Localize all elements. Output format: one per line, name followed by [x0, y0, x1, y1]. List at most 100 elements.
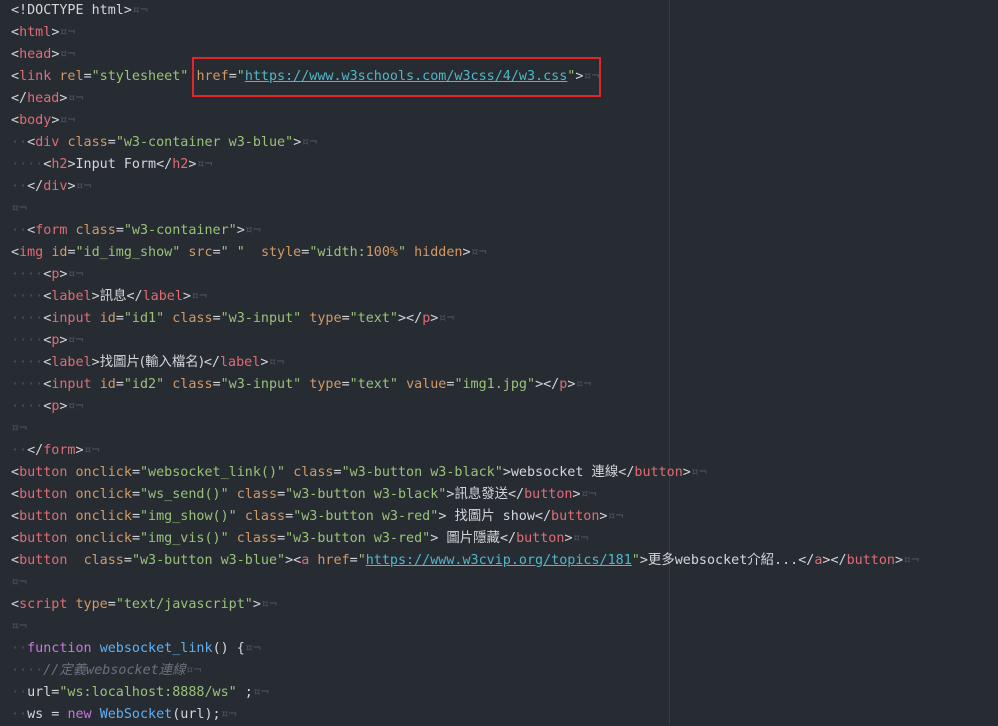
highlight-box-stylesheet-link [192, 57, 601, 97]
code-line[interactable]: <button onclick="ws_send()" class="w3-bu… [11, 484, 597, 506]
code-token: ···· [11, 267, 44, 282]
code-line[interactable]: ··function websocket_link() {¤¬ [11, 638, 261, 660]
code-token: 介紹 [747, 553, 775, 568]
code-token: = [285, 509, 294, 524]
code-token: ·· [11, 641, 28, 656]
code-line[interactable]: <img id="id_img_show" src=" " style="wid… [11, 242, 487, 264]
code-token: ¤¬ [244, 641, 261, 656]
code-line[interactable]: <button onclick="img_vis()" class="w3-bu… [11, 528, 589, 550]
code-line[interactable]: <button onclick="img_show()" class="w3-b… [11, 506, 624, 528]
code-token: "w3-button w3-black" [285, 487, 447, 502]
code-token: function [27, 641, 92, 656]
code-token: = [277, 487, 286, 502]
code-token: ¤¬ [580, 487, 597, 502]
code-token: style [260, 245, 302, 260]
code-line[interactable]: ····<label>找圖片(輸入檔名)</label>¤¬ [11, 352, 285, 374]
code-token: ¤¬ [690, 465, 707, 480]
code-token: form [43, 443, 76, 458]
code-line[interactable]: </head>¤¬ [11, 88, 84, 110]
code-token: ·· [11, 135, 28, 150]
code-line[interactable]: ¤¬ [11, 572, 27, 594]
code-line[interactable]: <head>¤¬ [11, 44, 76, 66]
code-token: "w3-button w3-blue" [131, 553, 286, 568]
code-line[interactable]: <button class="w3-button w3-blue"><a hre… [11, 550, 919, 572]
code-url-link[interactable]: https://www.w3cvip.org/topics/181 [366, 553, 632, 568]
code-line[interactable]: ····<p>¤¬ [11, 330, 84, 352]
code-token: (url); [172, 707, 221, 722]
code-token: ·· [11, 443, 28, 458]
code-line[interactable]: <html>¤¬ [11, 22, 76, 44]
code-token: ></ [535, 377, 560, 392]
code-token: >websocket [502, 465, 592, 480]
code-token: div [43, 179, 68, 194]
code-line[interactable]: ····<p>¤¬ [11, 396, 84, 418]
code-token: ···· [11, 157, 44, 172]
code-line[interactable]: ··<form class="w3-container">¤¬ [11, 220, 261, 242]
code-token: </ [508, 487, 525, 502]
code-token: "w3-input" [220, 311, 302, 326]
code-token: ¤¬ [268, 355, 285, 370]
code-token: ¤¬ [11, 619, 28, 634]
code-line[interactable]: ··</form>¤¬ [11, 440, 100, 462]
code-token: "ws_send()" [140, 487, 229, 502]
code-token: < [11, 487, 20, 502]
code-token: "w3-button w3-red" [293, 509, 439, 524]
code-line[interactable]: ··</div>¤¬ [11, 176, 92, 198]
code-line[interactable]: ¤¬ [11, 616, 27, 638]
code-token: type [309, 311, 342, 326]
code-line[interactable]: ··<div class="w3-container w3-blue">¤¬ [11, 132, 317, 154]
code-line[interactable]: ··ws = new WebSocket(url);¤¬ [11, 704, 237, 726]
code-line[interactable]: ····<p>¤¬ [11, 264, 84, 286]
code-line[interactable]: <script type="text/javascript">¤¬ [11, 594, 277, 616]
code-token: ¤¬ [260, 597, 278, 612]
code-token: button [19, 465, 68, 480]
code-line[interactable]: ····//定義websocket連線¤¬ [11, 660, 202, 682]
code-token: "img1.jpg" [454, 377, 536, 392]
code-token: < [11, 553, 20, 568]
code-line[interactable]: ····<input id="id1" class="w3-input" typ… [11, 308, 454, 330]
code-token: > [682, 465, 691, 480]
code-token: = [341, 377, 350, 392]
code-token: label [142, 289, 183, 304]
code-line[interactable]: ¤¬ [11, 198, 27, 220]
code-token: form [35, 223, 68, 238]
code-line[interactable]: ····<input id="id2" class="w3-input" typ… [11, 374, 592, 396]
code-token: "text" [349, 377, 398, 392]
code-line[interactable]: <!DOCTYPE html>¤¬ [11, 0, 148, 22]
code-editor[interactable]: <!DOCTYPE html>¤¬ <html>¤¬ <head>¤¬ <link r… [0, 0, 998, 725]
code-token: "img_vis()" [140, 531, 229, 546]
code-token: link [19, 69, 52, 84]
code-token: ; [236, 685, 253, 700]
code-line[interactable]: <button onclick="websocket_link()" class… [11, 462, 707, 484]
code-line[interactable]: <body>¤¬ [11, 110, 76, 132]
code-token: </ [499, 531, 517, 546]
code-token: label [51, 289, 92, 304]
code-token: = [212, 311, 221, 326]
code-token: ···· [11, 333, 44, 348]
code-line[interactable]: ¤¬ [11, 418, 27, 440]
code-token: "ws:localhost:8888/ws" [59, 685, 237, 700]
code-line[interactable]: ··url="ws:localhost:8888/ws" ;¤¬ [11, 682, 269, 704]
code-token: ···· [11, 289, 44, 304]
code-token: type [309, 377, 342, 392]
code-token: ¤¬ [67, 399, 84, 414]
code-token: < [11, 25, 20, 40]
code-line[interactable]: ····<h2>Input Form</h2>¤¬ [11, 154, 213, 176]
code-token: ¤¬ [220, 707, 237, 722]
code-token: ¤¬ [83, 443, 100, 458]
code-token: head [27, 91, 60, 106]
code-token: "w3-container w3-blue" [115, 135, 294, 150]
code-token: ¤¬ [131, 3, 149, 18]
code-token: > [67, 179, 76, 194]
code-line[interactable]: ····<label>訊息</label>¤¬ [11, 286, 207, 308]
code-token: 更多 [647, 553, 675, 568]
code-token: h2 [51, 157, 68, 172]
code-token: "w3-input" [220, 377, 302, 392]
code-token: > [236, 223, 245, 238]
code-token: ¤¬ [572, 531, 589, 546]
code-token: ¤¬ [185, 663, 202, 678]
